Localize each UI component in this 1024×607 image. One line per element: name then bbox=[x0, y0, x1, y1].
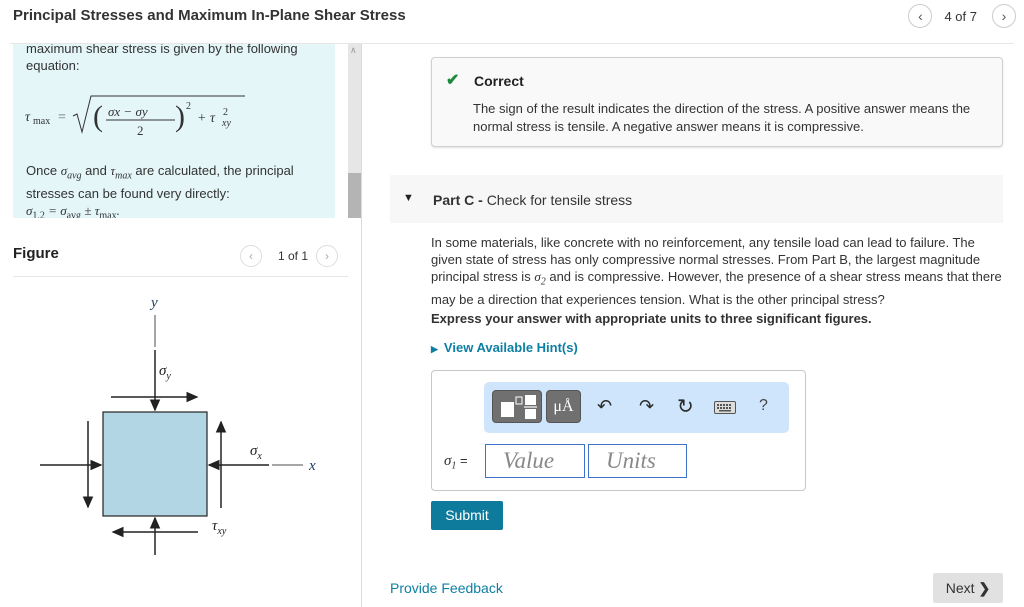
help-icon[interactable]: ? bbox=[759, 397, 768, 415]
figure-prev-button[interactable]: ‹ bbox=[240, 245, 262, 267]
scrollbar-thumb[interactable] bbox=[348, 173, 361, 218]
next-item-button[interactable]: › bbox=[992, 4, 1016, 28]
math-toolbar: μÅ ↶ ↷ ↻ ? bbox=[484, 382, 789, 433]
tau-xy-label: τxy bbox=[212, 518, 227, 537]
chevron-right-icon: › bbox=[1001, 8, 1007, 24]
figure-next-button[interactable]: › bbox=[316, 245, 339, 267]
eq-exponent: 2 bbox=[186, 101, 191, 112]
open-paren: ( bbox=[93, 100, 103, 133]
sub: 1,2 bbox=[32, 210, 45, 218]
feedback-box: ✔ Correct The sign of the result indicat… bbox=[431, 57, 1003, 147]
sub: max bbox=[115, 170, 132, 182]
hint-label: View Available Hint(s) bbox=[443, 340, 578, 355]
sub: max bbox=[99, 210, 117, 218]
units-input[interactable]: Units bbox=[588, 444, 687, 478]
figure-pager: ‹ 1 of 1 › bbox=[240, 245, 339, 267]
feedback-message: The sign of the result indicates the dir… bbox=[473, 101, 971, 134]
sub: avg bbox=[67, 170, 82, 182]
info-panel: maximum shear stress is given by the fol… bbox=[13, 44, 335, 218]
tau-max-equation: τ max = ( σx − σy 2 ) 2 + τ 2 xy bbox=[25, 74, 322, 154]
equals: = bbox=[456, 453, 468, 468]
reset-icon[interactable]: ↻ bbox=[677, 394, 694, 419]
undo-icon[interactable]: ↶ bbox=[597, 396, 612, 417]
item-count: 4 of 7 bbox=[944, 8, 977, 24]
provide-feedback-link[interactable]: Provide Feedback bbox=[390, 580, 503, 596]
close-paren: ) bbox=[175, 100, 185, 133]
part-c-title: Part C - Check for tensile stress bbox=[433, 192, 632, 208]
info-para-2-line2: stresses can be found very directly: bbox=[26, 185, 230, 201]
text: are calculated, the principal bbox=[131, 163, 294, 178]
expand-triangle-icon: ▶ bbox=[431, 344, 438, 354]
checkmark-icon: ✔ bbox=[446, 72, 460, 89]
page-title: Principal Stresses and Maximum In-Plane … bbox=[13, 7, 406, 24]
chevron-right-icon: › bbox=[325, 249, 330, 263]
view-hints-link[interactable]: ▶ View Available Hint(s) bbox=[431, 340, 578, 355]
top-bar: Principal Stresses and Maximum In-Plane … bbox=[0, 0, 1024, 40]
next-label: Next bbox=[945, 580, 975, 596]
eq-equals: = bbox=[58, 110, 66, 125]
sigma-x-label: σx bbox=[250, 443, 262, 462]
sub: avg bbox=[66, 210, 82, 218]
answer-box: μÅ ↶ ↷ ↻ ? σ1 = Value Units bbox=[431, 370, 806, 491]
info-para-2: Once σavg and τmax are calculated, the p… bbox=[26, 162, 322, 185]
problem-text: In some materials, like concrete with no… bbox=[431, 234, 1003, 308]
units-button[interactable]: μÅ bbox=[546, 390, 581, 423]
figure-count: 1 of 1 bbox=[278, 249, 309, 263]
eq-plus-tau: + τ bbox=[197, 111, 216, 126]
eq-denominator: 2 bbox=[137, 123, 144, 138]
value-input[interactable]: Value bbox=[485, 444, 585, 478]
info-intro-2: equation: bbox=[26, 58, 80, 73]
info-intro-1: maximum shear stress is given by the fol… bbox=[26, 44, 298, 56]
eq-tau-sub: max bbox=[33, 116, 50, 127]
part-sep: - bbox=[474, 192, 487, 208]
figure-heading: Figure bbox=[13, 245, 59, 262]
x-axis-label: x bbox=[308, 458, 316, 474]
templates-button[interactable] bbox=[492, 390, 542, 423]
stress-element-svg: y x σy σx τxy bbox=[40, 295, 316, 555]
eq-numerator: σx − σy bbox=[108, 104, 148, 119]
redo-icon[interactable]: ↷ bbox=[639, 396, 654, 417]
eq-tau: τ bbox=[25, 110, 31, 125]
text: . bbox=[116, 202, 120, 218]
prev-item-button[interactable]: ‹ bbox=[908, 4, 933, 28]
text: and bbox=[81, 163, 111, 178]
text: ± τ bbox=[81, 202, 100, 218]
figure-divider bbox=[13, 276, 348, 277]
text: = σ bbox=[44, 202, 67, 218]
templates-icon bbox=[501, 395, 537, 419]
submit-button[interactable]: Submit bbox=[431, 501, 503, 530]
instruction-text: Express your answer with appropriate uni… bbox=[431, 311, 872, 326]
tau-max-equation-svg: τ max = ( σx − σy 2 ) 2 + τ 2 xy bbox=[25, 95, 245, 138]
scroll-up-icon[interactable]: ∧ bbox=[350, 45, 357, 56]
feedback-status: Correct bbox=[474, 73, 524, 89]
chevron-left-icon: ‹ bbox=[918, 8, 923, 24]
info-scrollbar[interactable]: ∧ bbox=[348, 44, 361, 218]
stress-element bbox=[102, 411, 208, 517]
stress-element-figure: y x σy σx τxy bbox=[20, 285, 340, 555]
sigma-y-label: σy bbox=[159, 363, 171, 382]
eq-plus-sub: xy bbox=[221, 118, 231, 129]
text: Once bbox=[26, 163, 61, 178]
part-subtitle: Check for tensile stress bbox=[486, 192, 633, 208]
part-label: Part C bbox=[433, 192, 475, 208]
answer-variable-label: σ1 = bbox=[444, 453, 468, 472]
next-button[interactable]: Next ❯ bbox=[933, 573, 1003, 603]
principal-equation: σ1,2 = σavg ± τmax. bbox=[26, 202, 322, 218]
part-c-header[interactable]: ▼ Part C - Check for tensile stress bbox=[390, 175, 1003, 223]
chevron-right-icon: ❯ bbox=[978, 580, 991, 596]
y-axis-label: y bbox=[149, 295, 158, 311]
keyboard-icon[interactable] bbox=[714, 399, 736, 420]
collapse-triangle-icon[interactable]: ▼ bbox=[403, 192, 414, 204]
eq-plus-sup: 2 bbox=[223, 107, 228, 118]
chevron-left-icon: ‹ bbox=[249, 249, 253, 263]
item-pager: ‹ 4 of 7 › bbox=[908, 4, 1016, 28]
panel-divider bbox=[361, 44, 362, 607]
